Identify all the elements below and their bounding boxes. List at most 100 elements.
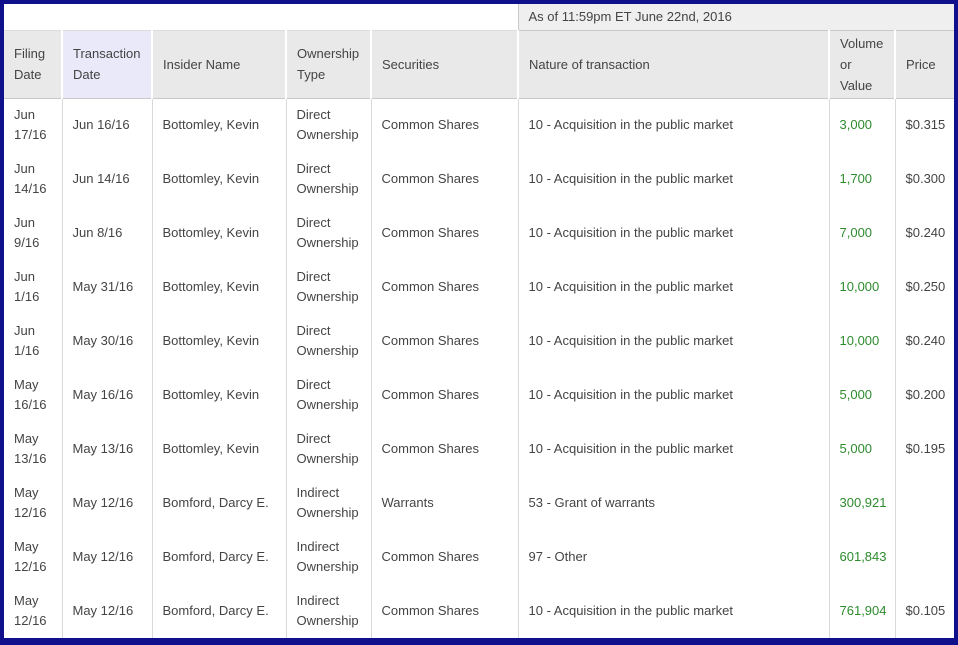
table-row: Jun 1/16May 30/16Bottomley, KevinDirect …: [4, 314, 954, 368]
cell-volume: 10,000: [829, 260, 895, 314]
column-header-volume[interactable]: Volume or Value: [829, 30, 895, 98]
cell-transaction-date: May 30/16: [62, 314, 152, 368]
table-row: Jun 14/16Jun 14/16Bottomley, KevinDirect…: [4, 152, 954, 206]
cell-securities: Common Shares: [371, 206, 518, 260]
column-header-transaction-date[interactable]: Transaction Date: [62, 30, 152, 98]
cell-securities: Common Shares: [371, 260, 518, 314]
cell-ownership-type: Direct Ownership: [286, 98, 371, 152]
cell-price: $0.195: [895, 422, 954, 476]
cell-nature: 10 - Acquisition in the public market: [518, 206, 829, 260]
cell-price: $0.250: [895, 260, 954, 314]
cell-insider-name: Bottomley, Kevin: [152, 368, 286, 422]
cell-ownership-type: Direct Ownership: [286, 314, 371, 368]
table-row: May 16/16May 16/16Bottomley, KevinDirect…: [4, 368, 954, 422]
cell-volume: 5,000: [829, 368, 895, 422]
table-row: Jun 9/16Jun 8/16Bottomley, KevinDirect O…: [4, 206, 954, 260]
cell-volume: 3,000: [829, 98, 895, 152]
cell-filing-date: May 12/16: [4, 476, 62, 530]
cell-insider-name: Bomford, Darcy E.: [152, 476, 286, 530]
cell-securities: Warrants: [371, 476, 518, 530]
cell-volume: 761,904: [829, 584, 895, 638]
cell-securities: Common Shares: [371, 584, 518, 638]
cell-price: $0.240: [895, 206, 954, 260]
cell-ownership-type: Direct Ownership: [286, 260, 371, 314]
cell-filing-date: Jun 1/16: [4, 314, 62, 368]
top-bar-spacer: [4, 4, 518, 30]
cell-nature: 97 - Other: [518, 530, 829, 584]
cell-securities: Common Shares: [371, 530, 518, 584]
cell-filing-date: Jun 1/16: [4, 260, 62, 314]
insider-transactions-table: As of 11:59pm ET June 22nd, 2016 Filing …: [4, 4, 954, 638]
column-header-insider-name[interactable]: Insider Name: [152, 30, 286, 98]
cell-securities: Common Shares: [371, 314, 518, 368]
cell-insider-name: Bottomley, Kevin: [152, 206, 286, 260]
cell-ownership-type: Direct Ownership: [286, 152, 371, 206]
cell-securities: Common Shares: [371, 152, 518, 206]
cell-filing-date: May 12/16: [4, 584, 62, 638]
cell-securities: Common Shares: [371, 368, 518, 422]
cell-price: $0.105: [895, 584, 954, 638]
insider-transactions-panel: As of 11:59pm ET June 22nd, 2016 Filing …: [0, 0, 958, 645]
table-header-row: Filing Date Transaction Date Insider Nam…: [4, 30, 954, 98]
cell-ownership-type: Indirect Ownership: [286, 530, 371, 584]
cell-ownership-type: Indirect Ownership: [286, 476, 371, 530]
cell-transaction-date: Jun 8/16: [62, 206, 152, 260]
cell-volume: 1,700: [829, 152, 895, 206]
cell-securities: Common Shares: [371, 422, 518, 476]
table-row: May 13/16May 13/16Bottomley, KevinDirect…: [4, 422, 954, 476]
cell-ownership-type: Direct Ownership: [286, 422, 371, 476]
cell-transaction-date: May 12/16: [62, 530, 152, 584]
cell-nature: 10 - Acquisition in the public market: [518, 98, 829, 152]
table-row: May 12/16May 12/16Bomford, Darcy E.Indir…: [4, 476, 954, 530]
cell-insider-name: Bomford, Darcy E.: [152, 530, 286, 584]
table-row: Jun 17/16Jun 16/16Bottomley, KevinDirect…: [4, 98, 954, 152]
column-header-ownership-type[interactable]: Ownership Type: [286, 30, 371, 98]
cell-ownership-type: Direct Ownership: [286, 368, 371, 422]
table-row: May 12/16May 12/16Bomford, Darcy E.Indir…: [4, 530, 954, 584]
cell-price: $0.300: [895, 152, 954, 206]
cell-nature: 53 - Grant of warrants: [518, 476, 829, 530]
cell-nature: 10 - Acquisition in the public market: [518, 422, 829, 476]
cell-filing-date: May 16/16: [4, 368, 62, 422]
cell-transaction-date: May 16/16: [62, 368, 152, 422]
cell-volume: 300,921: [829, 476, 895, 530]
cell-insider-name: Bomford, Darcy E.: [152, 584, 286, 638]
column-header-price[interactable]: Price: [895, 30, 954, 98]
table-row: Jun 1/16May 31/16Bottomley, KevinDirect …: [4, 260, 954, 314]
cell-transaction-date: May 31/16: [62, 260, 152, 314]
as-of-timestamp: As of 11:59pm ET June 22nd, 2016: [518, 4, 954, 30]
cell-nature: 10 - Acquisition in the public market: [518, 152, 829, 206]
cell-insider-name: Bottomley, Kevin: [152, 152, 286, 206]
cell-price: [895, 476, 954, 530]
cell-price: $0.200: [895, 368, 954, 422]
cell-nature: 10 - Acquisition in the public market: [518, 368, 829, 422]
cell-filing-date: May 13/16: [4, 422, 62, 476]
column-header-securities[interactable]: Securities: [371, 30, 518, 98]
cell-filing-date: Jun 9/16: [4, 206, 62, 260]
cell-price: [895, 530, 954, 584]
cell-volume: 601,843: [829, 530, 895, 584]
cell-insider-name: Bottomley, Kevin: [152, 422, 286, 476]
cell-ownership-type: Indirect Ownership: [286, 584, 371, 638]
cell-filing-date: May 12/16: [4, 530, 62, 584]
cell-nature: 10 - Acquisition in the public market: [518, 584, 829, 638]
cell-transaction-date: Jun 14/16: [62, 152, 152, 206]
column-header-nature[interactable]: Nature of transaction: [518, 30, 829, 98]
cell-transaction-date: Jun 16/16: [62, 98, 152, 152]
column-header-filing-date[interactable]: Filing Date: [4, 30, 62, 98]
cell-transaction-date: May 12/16: [62, 476, 152, 530]
cell-price: $0.315: [895, 98, 954, 152]
cell-insider-name: Bottomley, Kevin: [152, 98, 286, 152]
cell-ownership-type: Direct Ownership: [286, 206, 371, 260]
cell-volume: 7,000: [829, 206, 895, 260]
cell-nature: 10 - Acquisition in the public market: [518, 314, 829, 368]
cell-securities: Common Shares: [371, 98, 518, 152]
cell-filing-date: Jun 17/16: [4, 98, 62, 152]
cell-transaction-date: May 13/16: [62, 422, 152, 476]
cell-volume: 5,000: [829, 422, 895, 476]
cell-insider-name: Bottomley, Kevin: [152, 260, 286, 314]
table-row: May 12/16May 12/16Bomford, Darcy E.Indir…: [4, 584, 954, 638]
top-bar: As of 11:59pm ET June 22nd, 2016: [4, 4, 954, 30]
cell-nature: 10 - Acquisition in the public market: [518, 260, 829, 314]
cell-price: $0.240: [895, 314, 954, 368]
